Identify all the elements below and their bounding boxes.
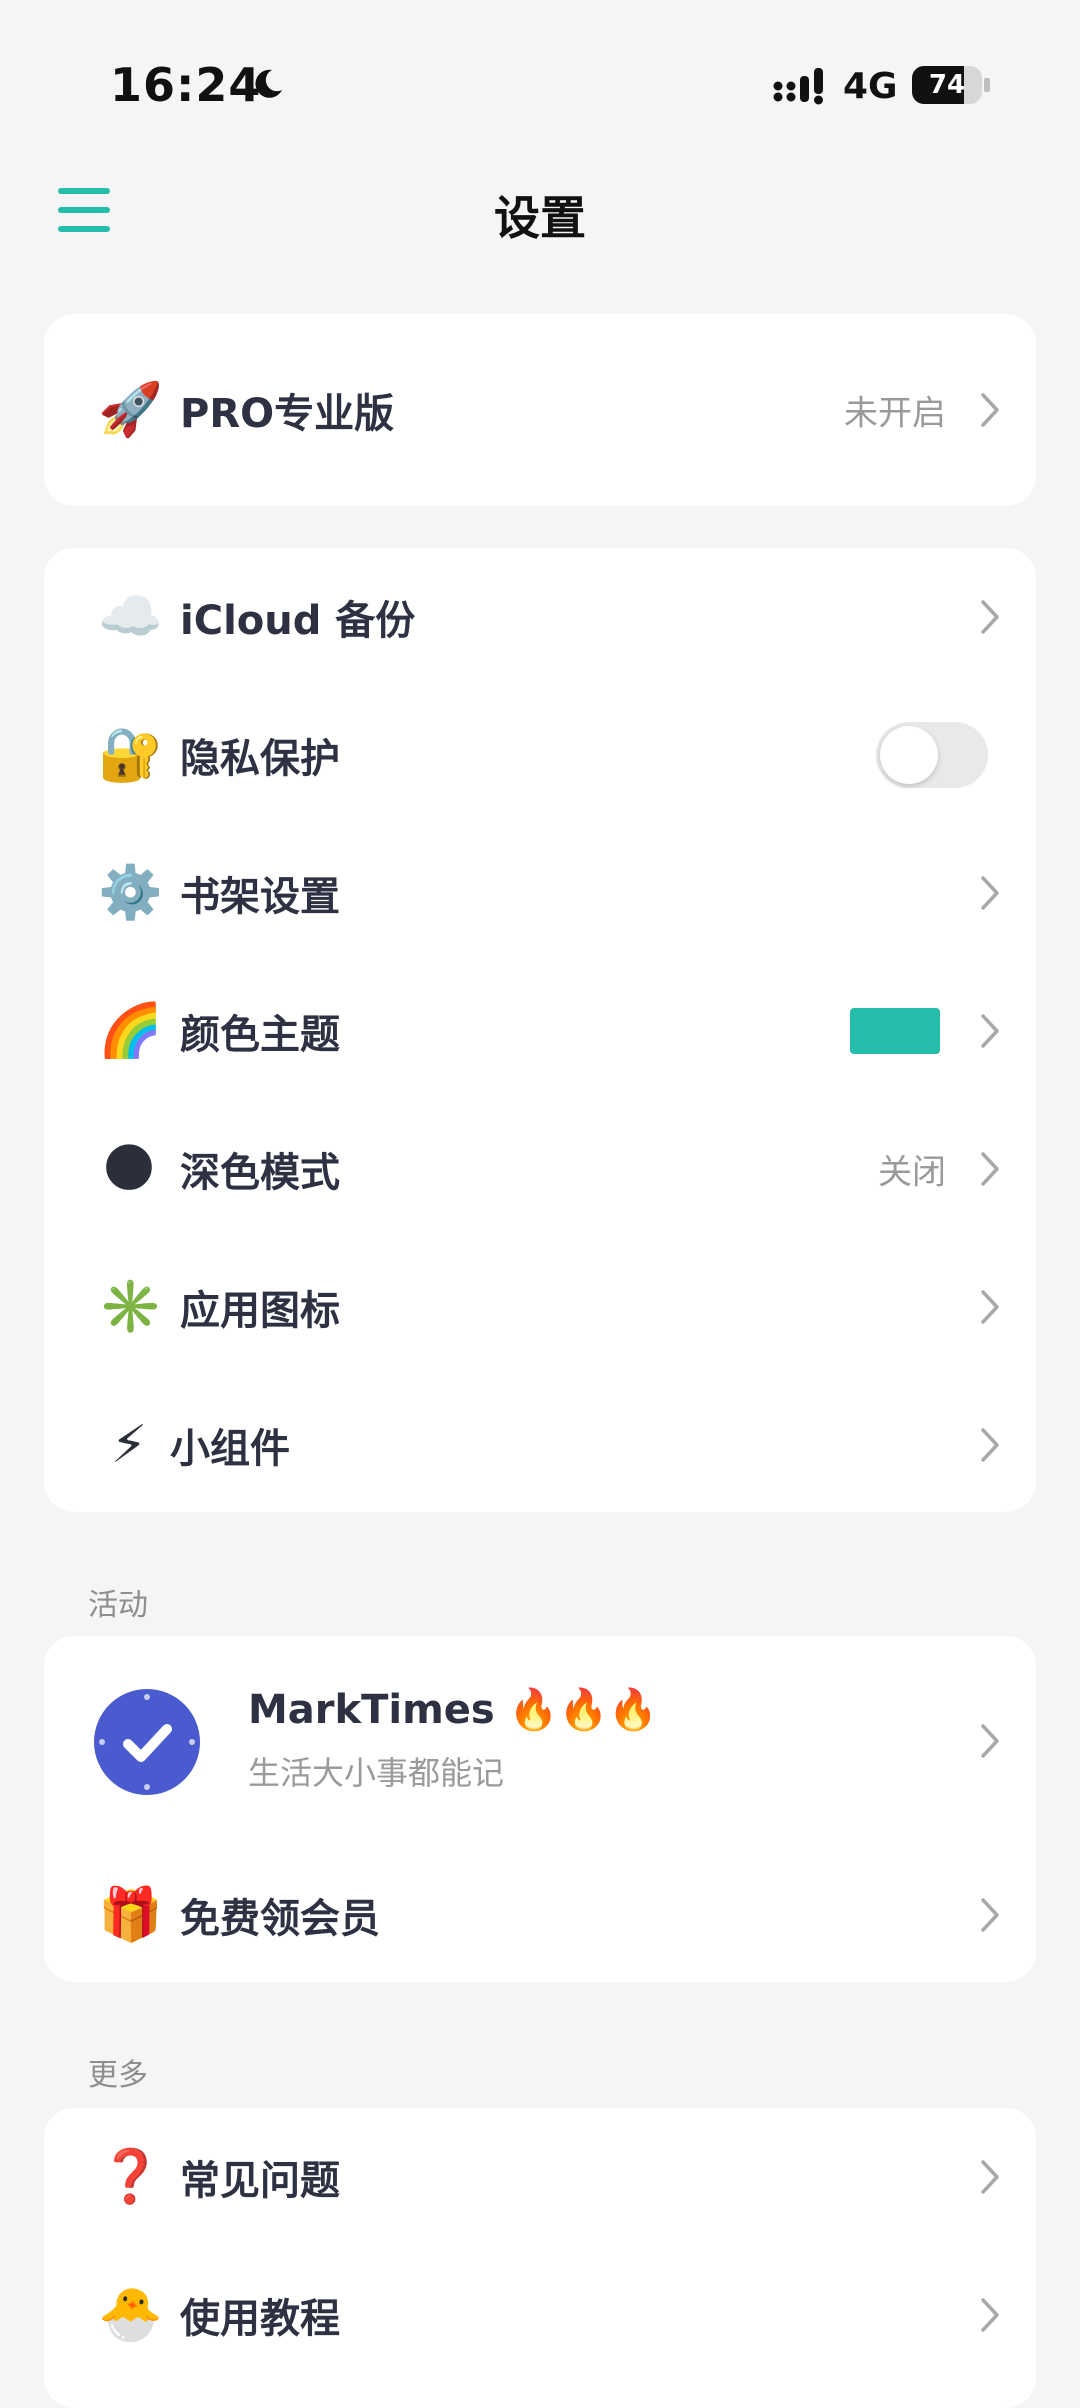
battery-level: 74 <box>928 70 966 100</box>
app-icon-row[interactable]: ✳️ 应用图标 <box>44 1238 1036 1376</box>
faq-label: 常见问题 <box>180 2158 340 2204</box>
lightning-icon: ⚡ <box>110 1415 148 1475</box>
dark-mode-label: 深色模式 <box>180 1150 340 1196</box>
color-theme-label: 颜色主题 <box>180 1012 340 1058</box>
widget-row[interactable]: ⚡ 小组件 <box>44 1376 1036 1514</box>
battery-icon: 74 <box>912 66 982 104</box>
faq-row[interactable]: ❓ 常见问题 <box>44 2108 1036 2246</box>
cloud-icon: ☁️ <box>98 587 163 647</box>
privacy-toggle[interactable] <box>876 722 988 788</box>
chevron-right-icon <box>981 393 999 427</box>
free-membership-label: 免费领会员 <box>180 1896 380 1942</box>
chevron-right-icon <box>981 876 999 910</box>
app-icon-label: 应用图标 <box>180 1288 340 1334</box>
marktimes-name: MarkTimes 🔥🔥🔥 <box>248 1687 659 1733</box>
status-bar: 16:24 4G 74 <box>0 0 1080 160</box>
dark-mode-status: 关闭 <box>878 1152 946 1193</box>
widget-label: 小组件 <box>170 1426 290 1472</box>
tutorial-row[interactable]: 🐣 使用教程 <box>44 2246 1036 2384</box>
signal-icon <box>773 68 823 105</box>
chevron-right-icon <box>981 1428 999 1462</box>
asterisk-icon: ✳️ <box>98 1277 163 1337</box>
chevron-right-icon <box>981 1724 999 1758</box>
activity-card: MarkTimes 🔥🔥🔥 生活大小事都能记 🎁 免费领会员 <box>44 1636 1036 1982</box>
moon-icon <box>255 69 282 98</box>
status-time: 16:24 <box>110 58 262 112</box>
free-membership-row[interactable]: 🎁 免费领会员 <box>44 1846 1036 1984</box>
network-type: 4G <box>843 66 898 107</box>
nav-header: 设置 <box>0 160 1080 260</box>
marktimes-logo-icon <box>94 1689 200 1795</box>
more-card: ❓ 常见问题 🐣 使用教程 <box>44 2108 1036 2408</box>
pro-status: 未开启 <box>844 393 946 434</box>
theme-color-swatch <box>850 1008 940 1054</box>
gear-icon: ⚙️ <box>98 863 163 923</box>
chevron-right-icon <box>981 600 999 634</box>
icloud-backup-row[interactable]: ☁️ iCloud 备份 <box>44 548 1036 686</box>
question-mark-icon: ❓ <box>98 2147 163 2207</box>
new-moon-icon: 🌑 <box>101 1139 157 1199</box>
privacy-row: 🔐 隐私保护 <box>44 686 1036 824</box>
icloud-backup-label: iCloud 备份 <box>180 598 416 644</box>
marktimes-row[interactable]: MarkTimes 🔥🔥🔥 生活大小事都能记 <box>44 1636 1036 1846</box>
activity-section-title: 活动 <box>88 1588 148 1623</box>
page-title: 设置 <box>494 191 586 245</box>
chevron-right-icon <box>981 1898 999 1932</box>
chevron-right-icon <box>981 1014 999 1048</box>
dark-mode-row[interactable]: 🌑 深色模式 关闭 <box>44 1100 1036 1238</box>
pro-card: 🚀 PRO专业版 未开启 <box>44 314 1036 506</box>
chevron-right-icon <box>981 2298 999 2332</box>
settings-card: ☁️ iCloud 备份 🔐 隐私保护 ⚙️ 书架设置 🌈 颜色主题 🌑 深色模… <box>44 548 1036 1512</box>
color-theme-row[interactable]: 🌈 颜色主题 <box>44 962 1036 1100</box>
marktimes-subtitle: 生活大小事都能记 <box>248 1754 505 1792</box>
chevron-right-icon <box>981 1290 999 1324</box>
toggle-knob <box>880 726 938 784</box>
bookshelf-settings-label: 书架设置 <box>180 874 340 920</box>
battery-tip <box>984 78 990 92</box>
more-section-title: 更多 <box>88 2058 148 2093</box>
bookshelf-settings-row[interactable]: ⚙️ 书架设置 <box>44 824 1036 962</box>
privacy-label: 隐私保护 <box>180 736 340 782</box>
pro-label: PRO专业版 <box>180 391 395 437</box>
lock-icon: 🔐 <box>98 725 163 785</box>
chevron-right-icon <box>981 2160 999 2194</box>
tutorial-label: 使用教程 <box>180 2296 340 2342</box>
rainbow-icon: 🌈 <box>98 1001 163 1061</box>
rocket-icon: 🚀 <box>98 380 163 440</box>
chevron-right-icon <box>981 1152 999 1186</box>
pro-row[interactable]: 🚀 PRO专业版 未开启 <box>44 341 1036 479</box>
hatching-chick-icon: 🐣 <box>98 2285 163 2345</box>
gift-icon: 🎁 <box>98 1885 163 1945</box>
